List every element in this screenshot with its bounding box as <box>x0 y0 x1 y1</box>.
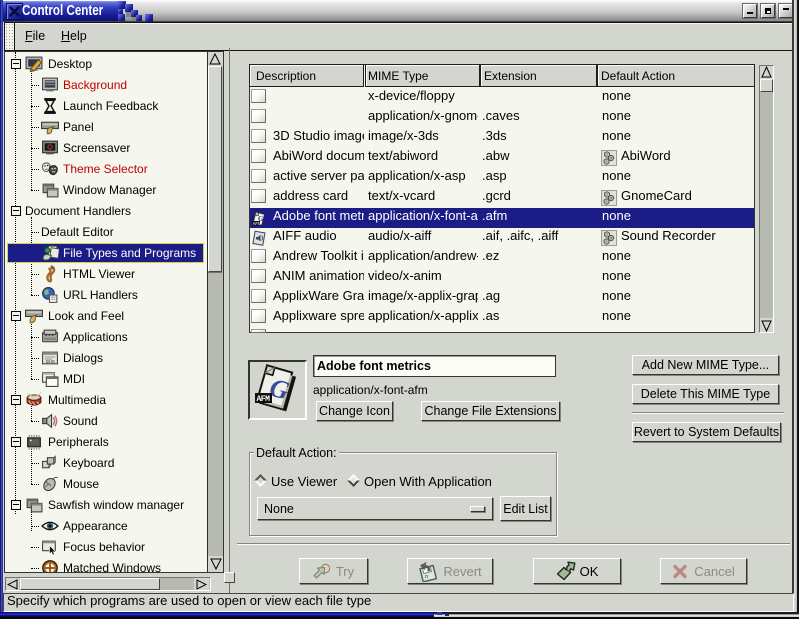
svg-text:AFM: AFM <box>253 221 262 226</box>
svg-text:AFM: AFM <box>257 395 271 404</box>
